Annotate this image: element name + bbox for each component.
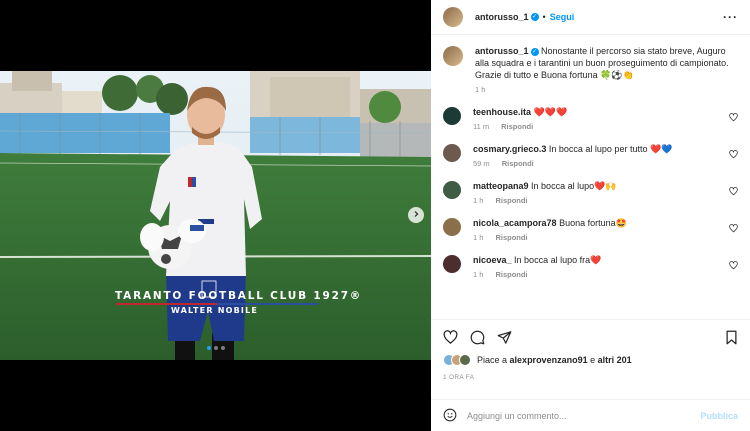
publish-button[interactable]: Pubblica: [700, 411, 738, 421]
carousel-dot: [220, 346, 225, 350]
heart-icon[interactable]: [729, 224, 738, 235]
overlay-divider: [116, 303, 318, 305]
heart-icon[interactable]: [729, 187, 738, 198]
comment-time: 1 h: [473, 196, 484, 205]
likes-prefix: Piace a: [477, 355, 508, 365]
commenter-avatar[interactable]: [443, 181, 461, 199]
likes-summary: Piace a alexprovenzano91 e altri 201: [443, 354, 738, 366]
comment-text: ❤️❤️❤️: [533, 107, 568, 117]
post-header: antorusso_1 ✓ • Segui ···: [431, 0, 750, 35]
carousel-indicator: [0, 346, 431, 350]
post-side-panel: antorusso_1 ✓ • Segui ··· antorusso_1 ✓ N…: [431, 0, 750, 431]
comment-text: In bocca al lupo❤️🙌: [531, 181, 617, 191]
instagram-post-modal: TARANTO FOOTBALL CLUB 1927® WALTER NOBIL…: [0, 0, 750, 431]
comment-item: cosmary.grieco.3 In bocca al lupo per tu…: [443, 143, 738, 168]
likes-user[interactable]: alexprovenzano91: [510, 355, 588, 365]
reply-button[interactable]: Rispondi: [495, 196, 527, 205]
reply-button[interactable]: Rispondi: [501, 122, 533, 131]
verified-icon: ✓: [530, 47, 539, 56]
bookmark-icon[interactable]: [725, 330, 738, 347]
photo-illustration: [0, 71, 431, 360]
heart-icon[interactable]: [729, 113, 738, 124]
emoji-icon[interactable]: [443, 408, 457, 424]
comment-item: nicoeva_ In bocca al lupo fra❤️ 1 h Rispo…: [443, 254, 738, 279]
heart-icon[interactable]: [443, 329, 458, 347]
comment-item: nicola_acampora78 Buona fortuna🤩 1 h Risp…: [443, 217, 738, 242]
caption-username[interactable]: antorusso_1: [475, 46, 529, 56]
comments-list: antorusso_1 ✓ Nonostante il percorso sia …: [431, 35, 750, 319]
comment-username[interactable]: cosmary.grieco.3: [473, 144, 546, 154]
liker-avatars: [443, 354, 471, 366]
comment-time: 59 m: [473, 159, 490, 168]
share-icon[interactable]: [497, 330, 512, 347]
comment-item: matteopana9 In bocca al lupo❤️🙌 1 h Rispo…: [443, 180, 738, 205]
comment-icon[interactable]: [470, 330, 485, 347]
follow-button[interactable]: Segui: [550, 12, 575, 22]
comment-item: teenhouse.ita ❤️❤️❤️ 11 m Rispondi: [443, 106, 738, 131]
post-photo: [0, 71, 431, 360]
post-timestamp: 1 ORA FA: [443, 374, 475, 381]
reply-button[interactable]: Rispondi: [502, 159, 534, 168]
comment-time: 1 h: [473, 233, 484, 242]
author-avatar[interactable]: [443, 46, 463, 66]
separator-dot: •: [542, 12, 546, 22]
heart-icon[interactable]: [729, 150, 738, 161]
comment-input[interactable]: Aggiungi un commento...: [467, 411, 700, 421]
author-username[interactable]: antorusso_1: [475, 12, 529, 22]
verified-icon: ✓: [530, 13, 539, 21]
comment-username[interactable]: teenhouse.ita: [473, 107, 531, 117]
likes-mid: e: [590, 355, 596, 365]
heart-icon[interactable]: [729, 261, 738, 272]
carousel-next-button[interactable]: [408, 207, 424, 223]
overlay-club-title: TARANTO FOOTBALL CLUB 1927®: [115, 290, 363, 302]
comment-text: Buona fortuna🤩: [559, 218, 627, 228]
comment-text: In bocca al lupo per tutto ❤️💙: [548, 144, 673, 154]
comment-username[interactable]: nicola_acampora78: [473, 218, 557, 228]
carousel-dot: [213, 346, 218, 350]
reply-button[interactable]: Rispondi: [495, 270, 527, 279]
post-caption: antorusso_1 ✓ Nonostante il percorso sia …: [443, 45, 738, 94]
commenter-avatar[interactable]: [443, 218, 461, 236]
more-icon[interactable]: ···: [723, 10, 738, 24]
commenter-avatar[interactable]: [443, 144, 461, 162]
overlay-stadium-name: WALTER NOBILE: [171, 306, 259, 315]
author-avatar[interactable]: [443, 7, 463, 27]
likes-others[interactable]: altri 201: [598, 355, 632, 365]
caption-time: 1 h: [475, 85, 486, 94]
comment-time: 1 h: [473, 270, 484, 279]
comment-username[interactable]: nicoeva_: [473, 255, 512, 265]
comment-text: In bocca al lupo fra❤️: [514, 255, 602, 265]
comment-username[interactable]: matteopana9: [473, 181, 529, 191]
commenter-avatar[interactable]: [443, 255, 461, 273]
carousel-dot-active: [206, 346, 211, 350]
post-actions: Piace a alexprovenzano91 e altri 201 1 O…: [431, 319, 750, 406]
post-media: TARANTO FOOTBALL CLUB 1927® WALTER NOBIL…: [0, 0, 431, 431]
comment-time: 11 m: [473, 122, 490, 131]
chevron-right-icon: [412, 210, 420, 220]
reply-button[interactable]: Rispondi: [495, 233, 527, 242]
comment-composer: Aggiungi un commento... Pubblica: [431, 399, 750, 431]
liker-avatar[interactable]: [459, 354, 471, 366]
commenter-avatar[interactable]: [443, 107, 461, 125]
